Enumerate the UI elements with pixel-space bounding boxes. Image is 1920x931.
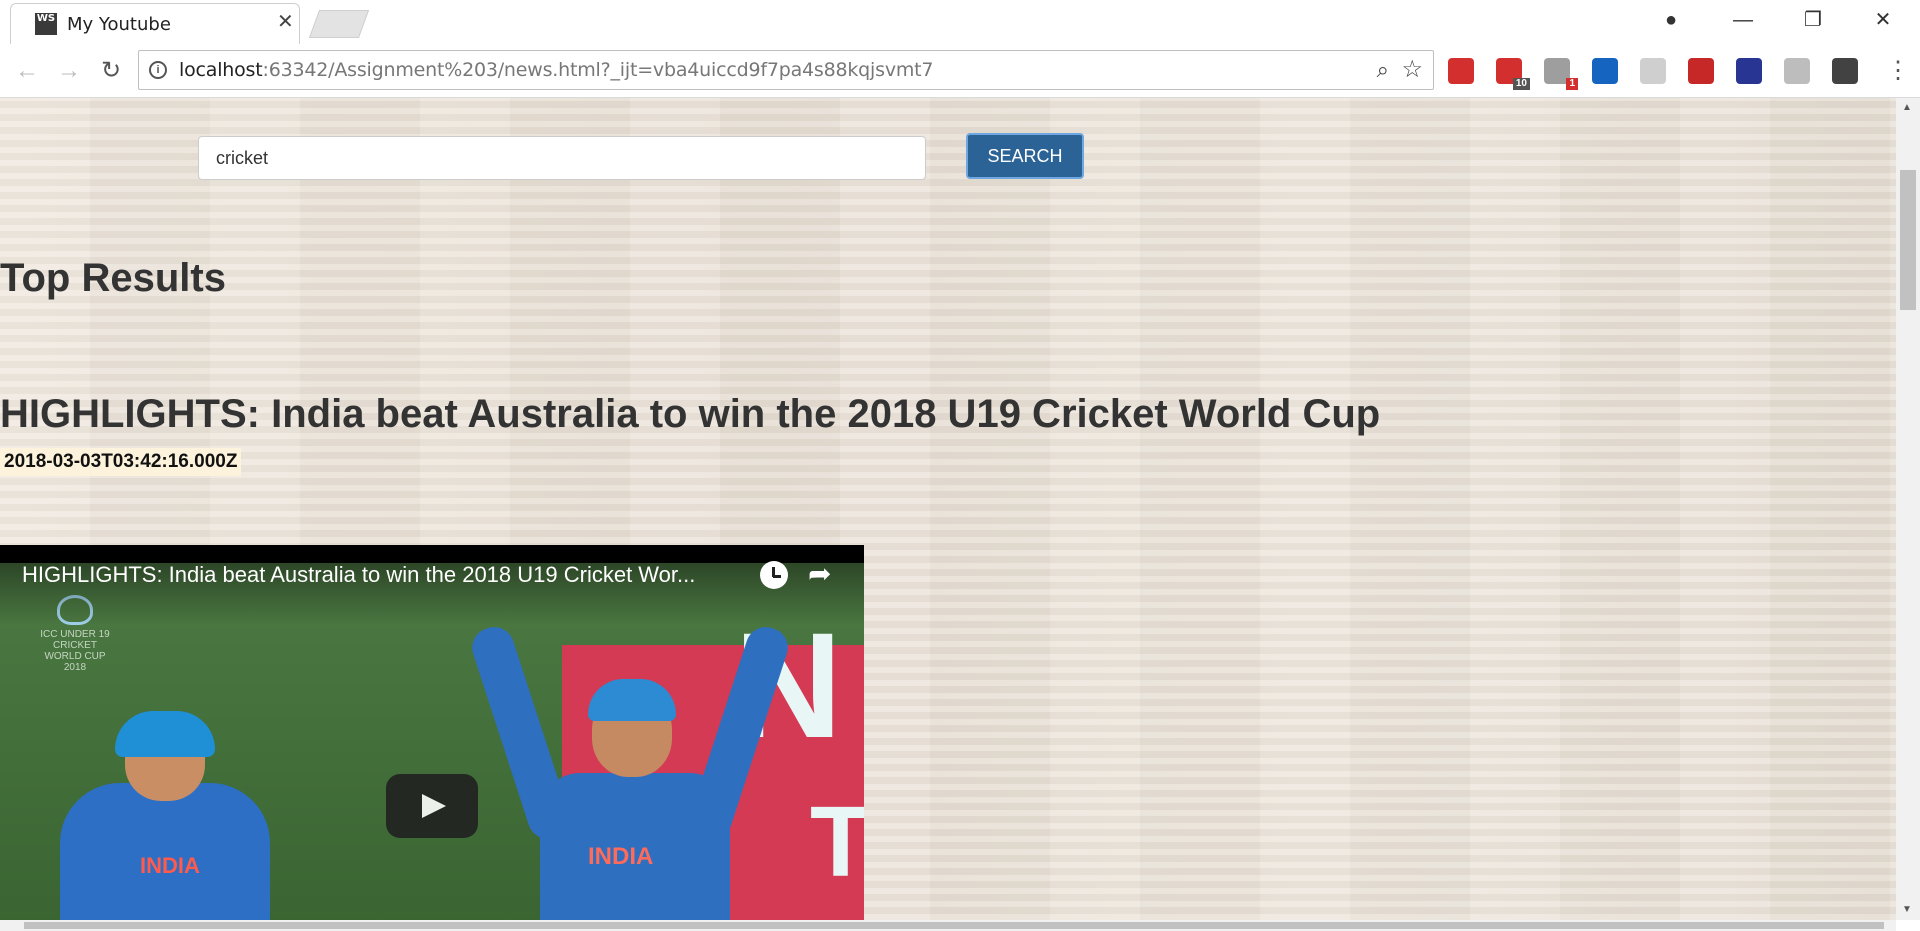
leaf-extension-icon[interactable] [1640, 58, 1666, 84]
back-arrow-icon[interactable]: ← [12, 56, 42, 86]
player-figure [60, 783, 270, 920]
vertical-scroll-thumb[interactable] [1900, 170, 1916, 310]
bookmark-star-icon[interactable]: ☆ [1401, 55, 1423, 84]
zoom-icon[interactable]: ⌕ [1377, 57, 1389, 83]
url-path: :63342/Assignment%203/news.html?_ijt=vba… [262, 59, 934, 81]
logo-text: ICC UNDER 19 CRICKET WORLD CUP 2018 [40, 629, 110, 673]
restore-button[interactable]: ❐ [1778, 0, 1848, 40]
horizontal-scrollbar[interactable] [0, 920, 1896, 931]
privacy-shield-icon[interactable] [1832, 58, 1858, 84]
shield-extension-icon[interactable]: 1 [1544, 58, 1578, 90]
address-bar[interactable]: i localhost:63342/Assignment%203/news.ht… [138, 50, 1434, 90]
z-extension-icon[interactable] [1592, 58, 1618, 84]
play-button-icon[interactable] [386, 774, 478, 838]
webstorm-favicon-icon: WS [35, 13, 57, 35]
menu-icon[interactable]: ⋮ [1886, 56, 1910, 86]
url-host: localhost [179, 59, 263, 81]
results-heading: Top Results [0, 256, 226, 300]
info-icon[interactable]: i [149, 61, 167, 79]
close-window-button[interactable]: ✕ [1848, 0, 1918, 40]
minimize-button[interactable]: — [1708, 0, 1778, 40]
profile-icon[interactable]: ● [1636, 0, 1706, 40]
search-button[interactable]: SEARCH [966, 133, 1084, 179]
player-title[interactable]: HIGHLIGHTS: India beat Australia to win … [22, 562, 752, 588]
new-tab-button[interactable] [308, 10, 370, 38]
forward-arrow-icon[interactable]: → [54, 56, 84, 86]
browser-tab[interactable]: WS My Youtube ✕ [10, 3, 300, 44]
tab-close-icon[interactable]: ✕ [277, 12, 294, 32]
browser-toolbar: ← → ↻ i localhost:63342/Assignment%203/n… [0, 44, 1920, 98]
jersey-text: INDIA [588, 843, 654, 870]
player-cap [115, 711, 215, 757]
youtube-player[interactable]: N T ICC UNDER 19 CRICKET WORLD CUP 2018 … [0, 545, 864, 920]
adblock-icon[interactable]: 10 [1496, 58, 1530, 90]
tab-title: My Youtube [67, 14, 171, 35]
flag-extension-icon[interactable] [1736, 58, 1762, 84]
extension-badge: 10 [1512, 78, 1530, 90]
video-title: HIGHLIGHTS: India beat Australia to win … [0, 392, 1381, 436]
scroll-down-arrow-icon[interactable]: ▼ [1902, 904, 1912, 915]
scroll-up-arrow-icon[interactable]: ▲ [1902, 102, 1912, 113]
page-viewport: SEARCH Top Results HIGHLIGHTS: India bea… [0, 98, 1896, 920]
vertical-scrollbar[interactable]: ▲ ▼ [1896, 98, 1920, 920]
cors-extension-icon[interactable] [1688, 58, 1714, 84]
board-letter: T [810, 786, 864, 898]
reload-icon[interactable]: ↻ [96, 56, 126, 86]
published-timestamp: 2018-03-03T03:42:16.000Z [0, 448, 242, 476]
search-input[interactable] [198, 136, 926, 180]
hand-extension-icon[interactable] [1784, 58, 1810, 84]
extension-badge: 1 [1566, 78, 1578, 90]
browser-tabstrip: WS My Youtube ✕ ● — ❐ ✕ [0, 0, 1920, 44]
jersey-text: INDIA [140, 853, 200, 878]
share-icon[interactable]: ➦ [808, 557, 831, 590]
url-text[interactable]: localhost:63342/Assignment%203/news.html… [179, 59, 934, 81]
lastpass-icon[interactable] [1448, 58, 1474, 84]
horizontal-scroll-thumb[interactable] [24, 922, 1884, 929]
watch-later-icon[interactable] [760, 561, 788, 589]
